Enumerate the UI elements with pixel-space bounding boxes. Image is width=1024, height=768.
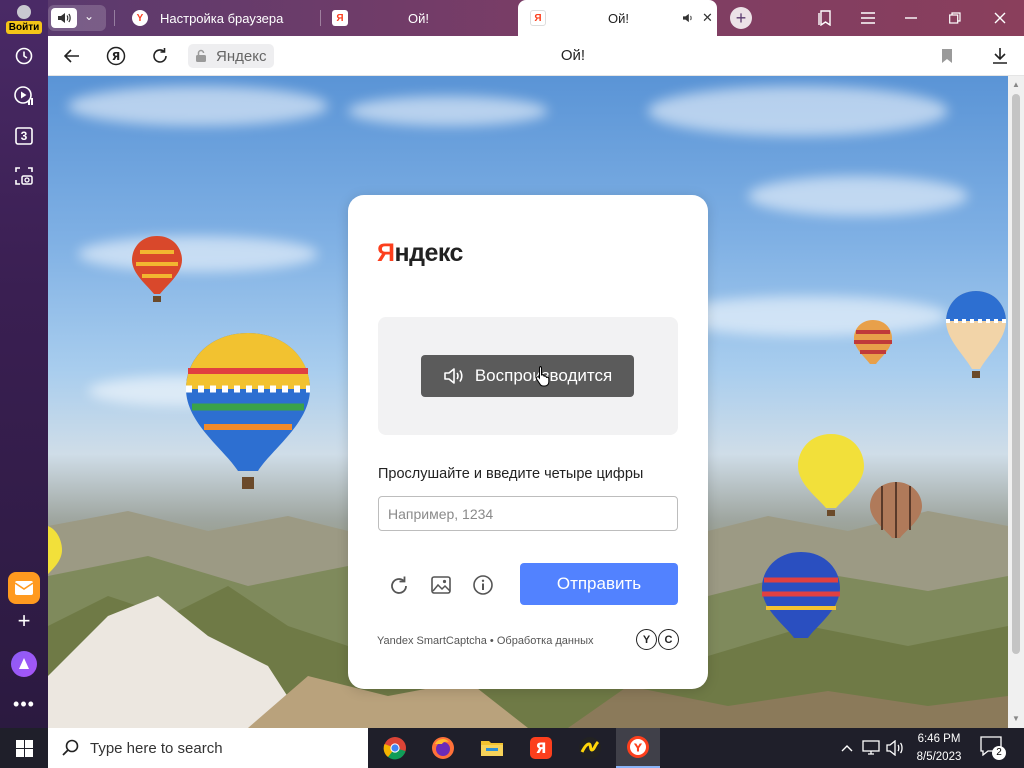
menu-icon[interactable] (846, 0, 890, 36)
scroll-up-icon[interactable]: ▲ (1011, 80, 1021, 89)
login-label: Войти (6, 21, 42, 34)
yandex-logo: Яндекс (377, 239, 463, 267)
scrollbar-thumb[interactable] (1012, 94, 1020, 654)
close-window-icon[interactable] (978, 0, 1022, 36)
smartcaptcha-logo: Y C (636, 629, 679, 650)
balloon-image (854, 320, 892, 364)
captcha-answer-input[interactable] (378, 496, 678, 531)
submit-button[interactable]: Отправить (520, 563, 678, 605)
footer-separator: • (489, 635, 494, 647)
minimize-icon[interactable] (889, 0, 933, 36)
refresh-icon[interactable] (386, 572, 412, 598)
speaker-icon[interactable] (682, 11, 694, 26)
balloon-image (48, 526, 62, 574)
page-scrollbar[interactable]: ▲ ▼ (1008, 76, 1024, 728)
site-domain: Яндекс (216, 47, 267, 65)
yandex-browser-icon[interactable]: Y (616, 728, 660, 768)
speaker-icon (444, 368, 463, 384)
clock-date: 8/5/2023 (916, 751, 962, 763)
captcha-instruction: Прослушайте и введите четыре цифры (378, 466, 644, 482)
data-processing-link[interactable]: Обработка данных (497, 635, 594, 647)
tab-title: Настройка браузера (160, 10, 284, 26)
yandex-home-icon[interactable]: Я (104, 44, 128, 68)
firefox-icon[interactable] (421, 728, 465, 768)
history-icon[interactable] (8, 40, 40, 72)
add-icon[interactable]: + (8, 606, 40, 636)
clock-time: 6:46 PM (917, 733, 961, 745)
hand-cursor-icon (535, 366, 550, 387)
bookmark-icon[interactable] (935, 44, 959, 68)
windows-taskbar: Я Y 6:46 PM 8/5/2023 2 (0, 728, 1024, 768)
address-bar: Я Яндекс Ой! (48, 36, 1024, 76)
image-challenge-icon[interactable] (428, 572, 454, 598)
tab-title: Ой! (608, 10, 629, 26)
tab-bar: ⌄ Y Настройка браузера Я Ой! Я Ой! ✕ + (48, 0, 1024, 36)
more-icon[interactable]: ••• (8, 692, 40, 716)
video-icon[interactable] (8, 80, 40, 112)
yandex-music-icon[interactable] (568, 728, 612, 768)
back-arrow-icon[interactable] (60, 44, 84, 68)
tabs-count-icon[interactable]: 3 (8, 120, 40, 152)
yandex-icon[interactable]: Я (519, 728, 563, 768)
speaker-icon (51, 8, 77, 28)
close-tab-icon[interactable]: ✕ (702, 10, 713, 26)
scroll-down-icon[interactable]: ▼ (1011, 714, 1021, 723)
balloon-image (132, 236, 182, 302)
login-button[interactable]: Войти (6, 3, 42, 35)
mail-icon[interactable] (8, 572, 40, 604)
balloon-image (762, 552, 840, 638)
download-icon[interactable] (988, 44, 1012, 68)
tab-separator (114, 10, 115, 26)
audio-tabs-button[interactable]: ⌄ (48, 5, 106, 31)
balloon-image (798, 434, 864, 516)
chevron-down-icon: ⌄ (84, 9, 95, 23)
smartcaptcha-link[interactable]: Yandex SmartCaptcha (377, 635, 487, 647)
browser-sidebar: Войти 3 + ••• (0, 0, 48, 728)
notification-center-icon[interactable]: 2 (980, 736, 1006, 760)
volume-icon[interactable] (884, 728, 906, 768)
audio-challenge-box: Воспроизводится (378, 317, 678, 435)
reload-icon[interactable] (148, 44, 172, 68)
user-icon (17, 5, 31, 19)
site-domain-chip[interactable]: Яндекс (188, 44, 275, 68)
balloon-image (946, 291, 1006, 378)
taskbar-clock[interactable]: 6:46 PM 8/5/2023 (906, 730, 972, 766)
balloon-image (870, 482, 922, 538)
tab-separator (320, 10, 321, 26)
balloon-image (186, 333, 310, 489)
windows-start-icon[interactable] (0, 728, 48, 768)
chrome-icon[interactable] (373, 728, 417, 768)
svg-text:Я: Я (112, 50, 120, 63)
taskbar-search[interactable] (48, 728, 368, 768)
network-icon[interactable] (860, 728, 882, 768)
info-icon[interactable] (470, 572, 496, 598)
audio-play-button[interactable]: Воспроизводится (421, 355, 634, 397)
file-explorer-icon[interactable] (470, 728, 514, 768)
svg-text:Я: Я (536, 741, 547, 757)
tabs-count: 3 (20, 129, 28, 143)
tab-oops-1[interactable]: Я Ой! (332, 0, 518, 36)
yandex-icon: Я (530, 10, 546, 26)
captcha-card: Яндекс Воспроизводится Прослушайте и вве… (348, 195, 708, 689)
restore-icon[interactable] (933, 0, 977, 36)
screenshot-icon[interactable] (8, 160, 40, 192)
chevron-up-icon[interactable] (838, 728, 856, 768)
notification-count: 2 (992, 746, 1006, 760)
captcha-footer: Yandex SmartCaptcha • Обработка данных (377, 635, 593, 647)
collections-icon[interactable] (803, 0, 847, 36)
tab-oops-2[interactable]: Я Ой! ✕ (518, 0, 717, 36)
page-title: Ой! (560, 47, 586, 64)
svg-text:Y: Y (633, 742, 643, 755)
taskbar-search-input[interactable] (90, 739, 350, 757)
new-tab-button[interactable]: + (730, 7, 752, 29)
tab-title: Ой! (408, 10, 429, 26)
alice-icon[interactable] (11, 651, 37, 677)
lock-icon (196, 49, 206, 62)
tab-browser-settings[interactable]: Y Настройка браузера (132, 0, 318, 36)
yandex-icon: Я (332, 10, 348, 26)
yandex-browser-icon: Y (132, 10, 148, 26)
search-icon (62, 739, 79, 756)
